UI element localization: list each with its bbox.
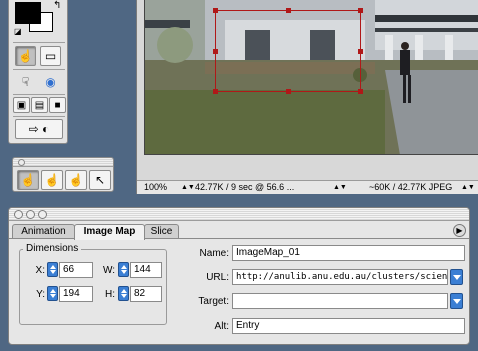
hotspot-handle-bl[interactable]: [213, 89, 218, 94]
close-button[interactable]: [14, 210, 23, 219]
slice-tool-button[interactable]: ▭: [40, 46, 61, 66]
hand-icon: ☝: [68, 173, 84, 187]
file-size-info: ~60K / 42.77K JPEG: [369, 182, 453, 192]
standard-mode-button[interactable]: ▣: [13, 97, 30, 113]
url-dropdown-button[interactable]: [450, 269, 463, 285]
alt-label: Alt:: [214, 321, 229, 332]
slice-icon: ▭: [44, 49, 57, 63]
tab-image-map[interactable]: Image Map: [74, 224, 145, 240]
y-field[interactable]: 194: [59, 286, 93, 302]
panel-titlebar[interactable]: [9, 208, 469, 221]
x-stepper[interactable]: [47, 262, 58, 277]
hotspot-handle-ml[interactable]: [213, 49, 218, 54]
w-label: W:: [102, 265, 115, 276]
pointer-hand-tool-button[interactable]: ☟: [15, 72, 36, 92]
w-stepper[interactable]: [118, 262, 129, 277]
name-label: Name:: [199, 248, 229, 259]
zoom-button[interactable]: [38, 210, 47, 219]
hand-icon: ☝: [18, 49, 33, 63]
target-dropdown-button[interactable]: [450, 293, 463, 309]
zoom-level[interactable]: 100%: [144, 181, 167, 194]
hotspot-handle-bm[interactable]: [286, 89, 291, 94]
tools-palette: ↰ ◪ ☝ ▭ ☟ ◉ ▣ ▤ ■ ⇨ ◐: [8, 0, 68, 144]
download-info: 42.77K / 9 sec @ 56.6 ...: [195, 182, 295, 192]
h-stepper[interactable]: [118, 286, 129, 301]
close-icon[interactable]: [18, 159, 25, 166]
image-canvas[interactable]: [144, 0, 478, 155]
hand-tool-button[interactable]: ☝: [15, 46, 36, 66]
panel-options-button[interactable]: ▶: [453, 224, 466, 237]
hotspot-handle-mr[interactable]: [358, 49, 363, 54]
download-menu-icon[interactable]: ▲▼: [333, 181, 347, 194]
y-label: Y:: [36, 289, 45, 300]
format-menu-icon[interactable]: ▲▼: [461, 181, 475, 194]
hand-icon: ☝: [44, 173, 60, 187]
tab-slice[interactable]: Slice: [144, 224, 179, 239]
hotspot-handle-tl[interactable]: [213, 8, 218, 13]
document-window: 100% ▲▼ 42.77K / 9 sec @ 56.6 ... ▲▼ ~60…: [136, 0, 478, 194]
hand-icon: ☝: [20, 173, 36, 187]
arrow-hand-icon: ↖: [94, 173, 106, 187]
full-screen-menu-icon: ■: [54, 99, 61, 111]
h-label: H:: [105, 289, 115, 300]
foreground-color-swatch-front[interactable]: [15, 2, 41, 24]
image-map-hotspot[interactable]: [213, 8, 363, 94]
target-label: Target:: [198, 296, 229, 307]
hand-tools-palette: ☝ ☝ ☝ ↖: [12, 157, 114, 192]
globe-icon: ◉: [45, 75, 56, 89]
full-screen-mode-button[interactable]: ▤: [31, 97, 48, 113]
swap-colors-icon[interactable]: ↰: [53, 0, 61, 11]
hotspot-handle-tm[interactable]: [286, 8, 291, 13]
status-bar: 100% ▲▼ 42.77K / 9 sec @ 56.6 ... ▲▼ ~60…: [137, 180, 478, 194]
url-field[interactable]: http://anulib.anu.edu.au/clusters/scienc…: [232, 269, 448, 285]
arrow-hand-tool-button[interactable]: ↖: [89, 170, 111, 190]
url-label: URL:: [206, 272, 229, 283]
hand-tool-button-3[interactable]: ☝: [65, 170, 87, 190]
x-label: X:: [35, 265, 45, 276]
target-field[interactable]: [232, 293, 448, 309]
pointer-hand-icon: ☟: [21, 75, 30, 89]
w-field[interactable]: 144: [130, 262, 162, 278]
jump-to-app-button[interactable]: ⇨ ◐: [15, 119, 63, 139]
h-field[interactable]: 82: [130, 286, 162, 302]
jump-icon: ⇨ ◐: [28, 122, 50, 136]
x-field[interactable]: 66: [59, 262, 93, 278]
play-icon: ▶: [456, 226, 463, 235]
default-colors-icon[interactable]: ◪: [14, 27, 22, 36]
properties-panel: Animation Image Map Slice ▶ Dimensions X…: [8, 207, 470, 345]
full-screen-menu-mode-button[interactable]: ■: [49, 97, 66, 113]
hand-tool-button-1[interactable]: ☝: [17, 170, 39, 190]
hotspot-handle-tr[interactable]: [358, 8, 363, 13]
dimensions-title: Dimensions: [23, 243, 82, 254]
hotspot-handle-br[interactable]: [358, 89, 363, 94]
name-field[interactable]: ImageMap_01: [232, 245, 465, 261]
zoom-menu-icon[interactable]: ▲▼: [181, 181, 195, 194]
hand-tool-button-2[interactable]: ☝: [41, 170, 63, 190]
tab-animation[interactable]: Animation: [12, 224, 75, 239]
y-stepper[interactable]: [47, 286, 58, 301]
full-screen-icon: ▤: [34, 99, 45, 111]
palette-titlebar[interactable]: [13, 158, 113, 167]
standard-mode-icon: ▣: [16, 99, 27, 111]
web-tool-button[interactable]: ◉: [40, 72, 61, 92]
alt-field[interactable]: Entry: [232, 318, 465, 334]
minimize-button[interactable]: [26, 210, 35, 219]
